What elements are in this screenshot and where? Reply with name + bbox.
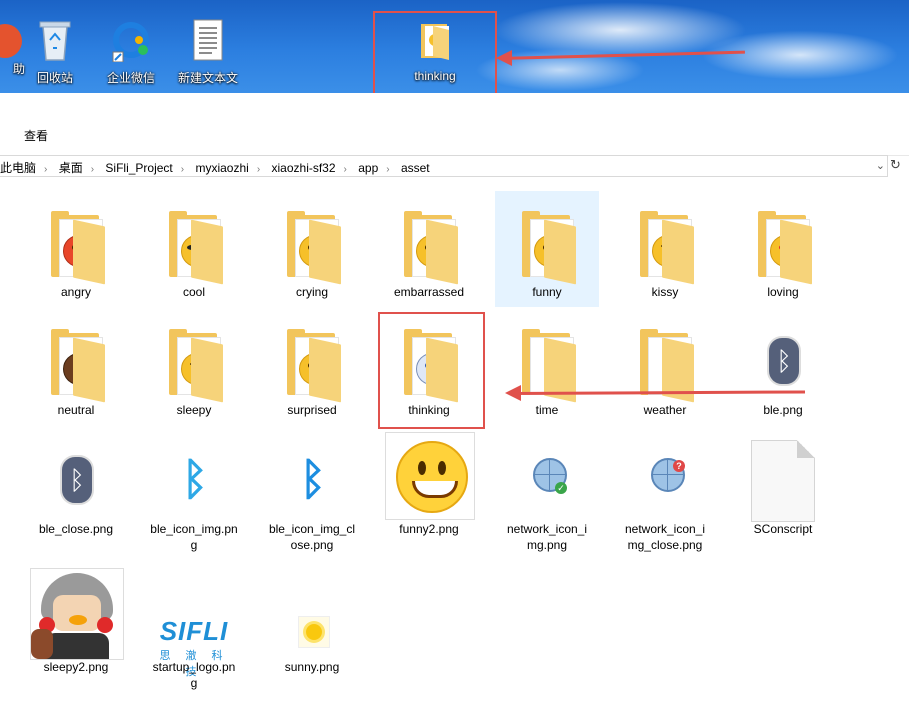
breadcrumb-item[interactable]: asset: [401, 161, 430, 175]
folder-item-loving[interactable]: loving: [731, 191, 835, 307]
folder-icon: [287, 329, 343, 403]
folder-icon: [640, 211, 696, 285]
file-item-ble-icon-img[interactable]: ᛒ ble_icon_img.pn g: [142, 428, 246, 552]
breadcrumb-item[interactable]: 桌面: [59, 161, 83, 175]
desktop-icon-new-text[interactable]: 新建文本文: [173, 18, 243, 86]
bluetooth-icon: ᛒ: [54, 454, 100, 506]
sifli-logo-icon: SIFLI 思 澈 科 技: [159, 616, 229, 678]
folder-icon: [169, 329, 225, 403]
bluetooth-icon: ᛒ: [761, 335, 807, 387]
bluetooth-icon: ᛒ: [181, 455, 209, 504]
folder-icon: [51, 211, 107, 285]
folder-item-cool[interactable]: cool: [142, 191, 246, 307]
chevron-right-icon: ›: [256, 164, 261, 175]
breadcrumb-item[interactable]: SiFli_Project: [105, 161, 172, 175]
desktop-icon-recycle-bin[interactable]: 回收站: [20, 18, 90, 86]
folder-item-weather[interactable]: weather: [613, 309, 717, 425]
address-bar[interactable]: 此电脑 › 桌面 › SiFli_Project › myxiaozhi › xiaoz…: [0, 155, 888, 177]
folder-icon: [51, 329, 107, 403]
chevron-right-icon: ›: [386, 164, 390, 175]
folder-icon: [640, 329, 696, 403]
file-item-startup-logo[interactable]: SIFLI 思 澈 科 技 startup_logo.pn g: [142, 566, 246, 690]
folder-icon: [522, 211, 578, 285]
breadcrumb-item[interactable]: app: [358, 161, 378, 175]
tab-view[interactable]: 查看: [24, 127, 48, 144]
chevron-right-icon: ›: [90, 164, 95, 175]
file-item-network-icon-img[interactable]: ✓ network_icon_i mg.png: [495, 428, 599, 552]
desktop-icon-wecom[interactable]: 企业微信: [96, 18, 166, 86]
folder-icon: [169, 211, 225, 285]
folder-item-crying[interactable]: crying: [260, 191, 364, 307]
annotation-arrowhead-top: [496, 50, 512, 66]
folder-item-time[interactable]: time: [495, 309, 599, 425]
file-item-sunny[interactable]: sunny.png: [260, 566, 364, 682]
sun-icon: [298, 616, 330, 648]
wecom-icon: [112, 22, 149, 63]
file-item-sconscript[interactable]: SConscript: [731, 428, 835, 544]
folder-item-kissy[interactable]: kissy: [613, 191, 717, 307]
folder-item-funny[interactable]: funny: [495, 191, 599, 307]
chevron-right-icon: ›: [44, 164, 48, 175]
folder-item-embarrassed[interactable]: embarrassed: [377, 191, 481, 307]
file-item-ble-icon-img-close[interactable]: ᛒ ble_icon_img_cl ose.png: [260, 428, 364, 552]
question-badge-icon: ?: [673, 460, 685, 472]
annotation-arrowhead-bottom: [505, 385, 521, 401]
file-item-funny2[interactable]: funny2.png: [377, 428, 481, 544]
refresh-icon[interactable]: ↻: [890, 157, 901, 173]
file-grid: angry cool crying embarrassed funny kiss…: [0, 178, 909, 707]
text-file-icon: [193, 19, 223, 61]
folder-item-angry[interactable]: angry: [24, 191, 128, 307]
breadcrumb-item[interactable]: myxiaozhi: [195, 161, 248, 175]
breadcrumb-item[interactable]: 此电脑: [0, 161, 36, 175]
chevron-right-icon: ›: [343, 164, 347, 175]
folder-icon: [758, 211, 814, 285]
folder-icon: [522, 329, 578, 403]
chevron-right-icon: ›: [180, 164, 185, 175]
file-item-network-icon-img-close[interactable]: ? network_icon_i mg_close.png: [613, 428, 717, 552]
avatar-icon: [30, 568, 124, 660]
breadcrumb-item[interactable]: xiaozhi-sf32: [272, 161, 336, 175]
recycle-bin-icon: [39, 21, 71, 61]
highlight-box-thinking: [378, 312, 485, 429]
highlight-box-desktop: [373, 11, 497, 101]
folder-item-neutral[interactable]: neutral: [24, 309, 128, 425]
ribbon: 查看: [0, 93, 909, 156]
folder-icon: [404, 211, 460, 285]
folder-item-sleepy[interactable]: sleepy: [142, 309, 246, 425]
bluetooth-icon: ᛒ: [299, 455, 327, 504]
file-item-sleepy2[interactable]: sleepy2.png: [24, 566, 128, 682]
breadcrumb: 此电脑 › 桌面 › SiFli_Project › myxiaozhi › xiaoz…: [0, 159, 430, 176]
file-item-ble[interactable]: ᛒ ble.png: [731, 309, 835, 425]
lock-badge-icon: ✓: [555, 482, 567, 494]
help-icon: [0, 24, 22, 58]
file-item-ble-close[interactable]: ᛒ ble_close.png: [24, 428, 128, 544]
folder-icon: [287, 211, 343, 285]
document-icon: [751, 440, 815, 522]
smiley-icon: [385, 432, 475, 520]
folder-item-surprised[interactable]: surprised: [260, 309, 364, 425]
chevron-down-icon[interactable]: ⌄: [876, 159, 885, 172]
